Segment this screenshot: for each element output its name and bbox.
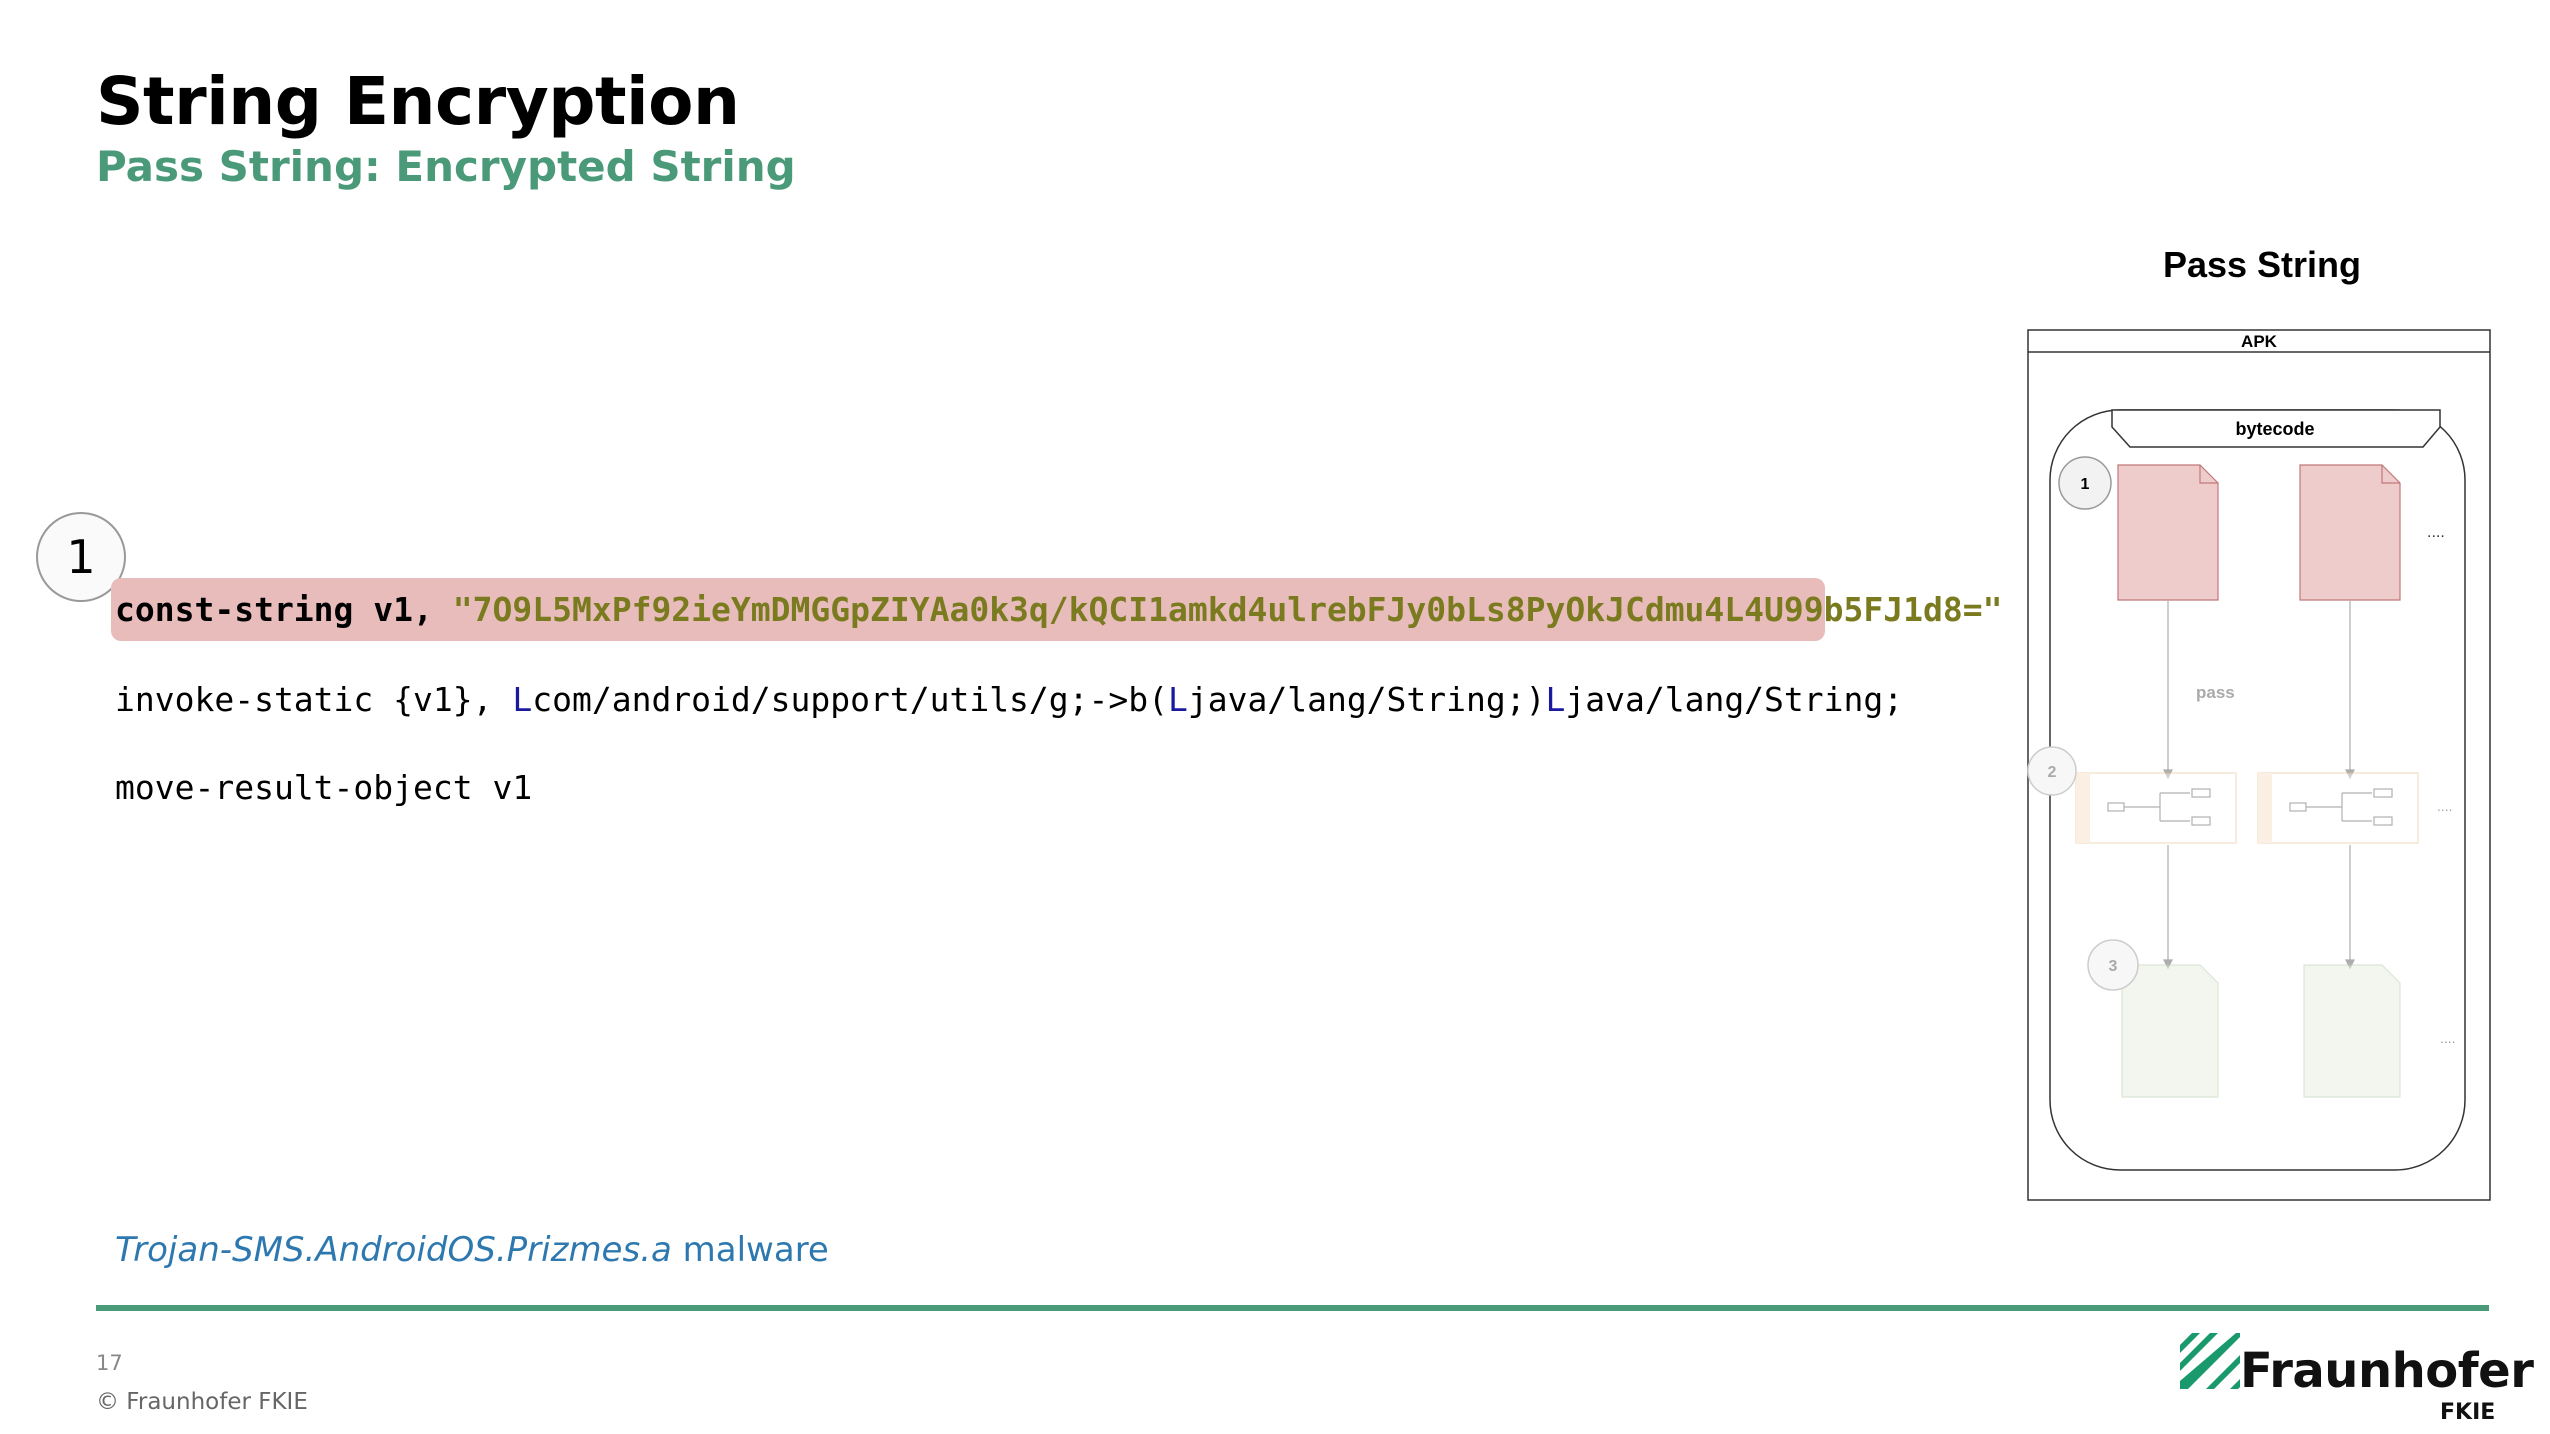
code-line-1-prefix: const-string v1,	[115, 590, 453, 629]
malware-name: Trojan-SMS.AndroidOS.Prizmes.a	[115, 1230, 672, 1270]
slide-title: String Encryption	[96, 63, 740, 140]
code-line-invoke-static: invoke-static {v1}, Lcom/android/support…	[115, 683, 1903, 716]
malware-note: Trojan-SMS.AndroidOS.Prizmes.a malware	[115, 1230, 829, 1270]
pass-string-diagram: Pass String APK bytecode .... 1 pass ...…	[2027, 244, 2491, 1201]
code-line-2-part-b: com/android/support/utils/g;->b(	[532, 680, 1168, 719]
fraunhofer-logo-icon	[2180, 1333, 2240, 1389]
footer-divider	[96, 1305, 2489, 1311]
output-documents: ....	[2121, 964, 2456, 1098]
bytecode-label: bytecode	[2235, 419, 2314, 439]
slide-subtitle: Pass String: Encrypted String	[96, 142, 796, 191]
diagram-ellipsis: ....	[2427, 524, 2445, 541]
copyright: © Fraunhofer FKIE	[96, 1389, 308, 1415]
apk-label: APK	[2241, 332, 2278, 351]
logo-sub: FKIE	[2440, 1400, 2496, 1425]
document-icon	[2299, 464, 2401, 601]
diagram-step-1: 1	[2081, 476, 2090, 493]
diagram-ellipsis: ....	[2437, 798, 2453, 814]
diagram-title: Pass String	[2163, 244, 2361, 285]
type-prefix-L: L	[512, 680, 533, 719]
code-line-const-string: const-string v1, "7O9L5MxPf92ieYmDMGGpZI…	[115, 593, 2002, 626]
pass-label: pass	[2196, 683, 2235, 702]
code-line-move-result: move-result-object v1	[115, 768, 533, 807]
code-line-2-part-d: java/lang/String;	[1565, 680, 1904, 719]
diagram-ellipsis: ....	[2440, 1030, 2456, 1046]
function-blocks: ....	[2075, 772, 2453, 844]
type-prefix-L: L	[1545, 680, 1566, 719]
document-icon	[2117, 464, 2219, 601]
encrypted-string: "7O9L5MxPf92ieYmDMGGpZIYAa0k3q/kQCI1amkd…	[452, 590, 2003, 629]
logo-name: Fraunhofer	[2240, 1343, 2534, 1399]
diagram-step-2: 2	[2048, 764, 2057, 781]
malware-suffix: malware	[671, 1230, 829, 1270]
code-line-2-part-c: java/lang/String;)	[1187, 680, 1546, 719]
type-prefix-L: L	[1168, 680, 1188, 719]
code-line-2-part-a: invoke-static {v1},	[115, 680, 513, 719]
page-number: 17	[96, 1351, 123, 1375]
diagram-step-3: 3	[2109, 958, 2118, 975]
